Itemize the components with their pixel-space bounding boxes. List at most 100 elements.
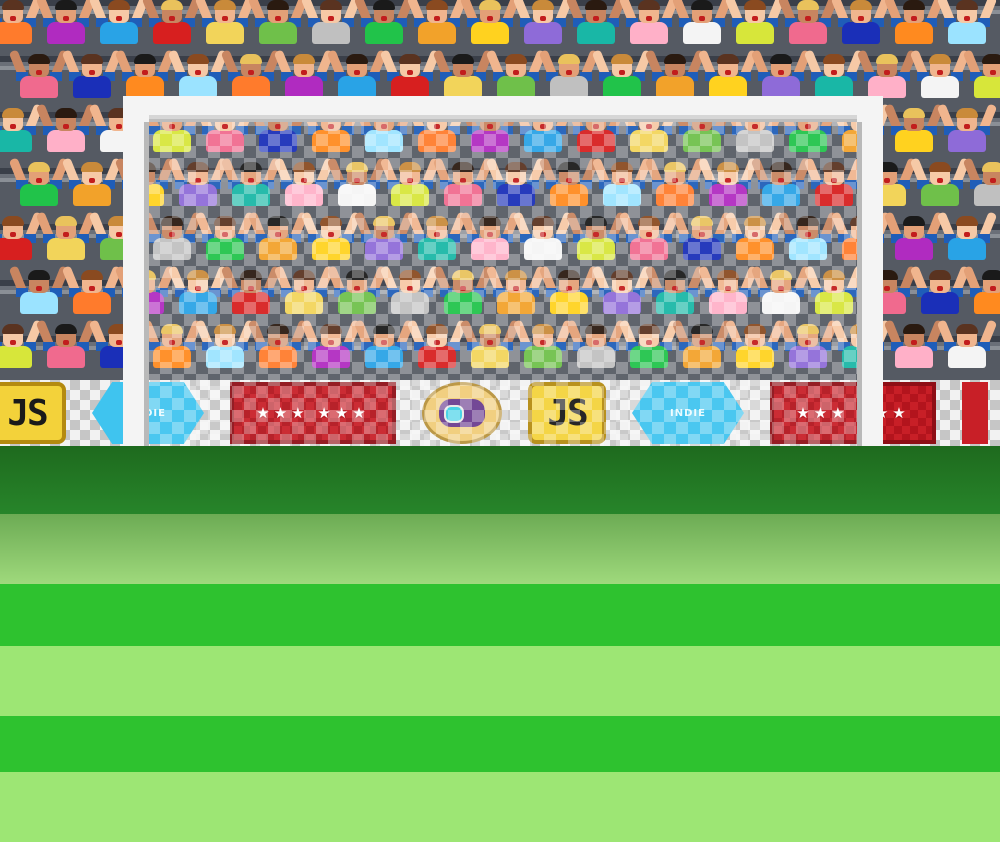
- crowd-fan: [883, 0, 945, 48]
- crowd-fan: [671, 208, 733, 264]
- crowd-fan: [777, 316, 839, 372]
- crowd-fan: [591, 154, 653, 210]
- crowd-fan: [565, 0, 627, 48]
- crowd-fan: [35, 0, 97, 48]
- crowd-fan: [883, 208, 945, 264]
- crowd-fan: [220, 262, 282, 318]
- crowd-fan: [406, 0, 468, 48]
- crowd-fan: [565, 316, 627, 372]
- crowd-fan: [512, 316, 574, 372]
- crowd-fan: [0, 208, 44, 264]
- crowd-fan: [0, 316, 44, 372]
- crowd-fan: [671, 316, 733, 372]
- crowd-fan: [194, 0, 256, 48]
- crowd-fan: [750, 154, 812, 210]
- crowd-fan: [830, 0, 892, 48]
- crowd-fan: [0, 100, 44, 156]
- crowd-fan: [724, 208, 786, 264]
- crowd-fan: [618, 208, 680, 264]
- crowd-fan: [273, 46, 335, 102]
- crowd-fan: [724, 0, 786, 48]
- crowd-fan: [8, 46, 70, 102]
- pitch[interactable]: [0, 446, 1000, 842]
- crowd-fan: [644, 154, 706, 210]
- pitch-stripe: [0, 584, 1000, 646]
- crowd-fan: [936, 316, 998, 372]
- crowd-fan: [61, 262, 123, 318]
- crowd-fan: [750, 46, 812, 102]
- crowd-fan: [883, 316, 945, 372]
- crowd-fan: [247, 208, 309, 264]
- crowd-fan: [326, 154, 388, 210]
- pitch-stripe: [0, 446, 1000, 514]
- crowd-fan: [220, 154, 282, 210]
- crowd-fan: [962, 262, 1000, 318]
- crowd-fan: [8, 154, 70, 210]
- crowd-fan: [353, 208, 415, 264]
- crowd-fan: [114, 46, 176, 102]
- crowd-fan: [379, 46, 441, 102]
- crowd-fan: [326, 46, 388, 102]
- crowd-fan: [644, 46, 706, 102]
- crowd-fan: [300, 208, 362, 264]
- crowd-fan: [803, 154, 865, 210]
- crowd-fan: [353, 0, 415, 48]
- crowd-fan: [618, 316, 680, 372]
- crowd-fan: [909, 262, 971, 318]
- stars-board: ★★★ ★★★: [230, 382, 396, 444]
- crowd-fan: [247, 316, 309, 372]
- crowd-fan: [167, 154, 229, 210]
- red-board: [962, 382, 988, 444]
- crowd-fan: [406, 208, 468, 264]
- crowd-fan: [300, 0, 362, 48]
- crowd-fan: [220, 46, 282, 102]
- goal-left-post: [123, 96, 149, 448]
- crowd-fan: [141, 208, 203, 264]
- crowd-fan: [194, 316, 256, 372]
- advertising-boards: JSINDIE★★★ ★★★JSINDIE★★★ ★★★: [0, 380, 1000, 446]
- crowd-fan: [750, 262, 812, 318]
- pitch-stripe: [0, 772, 1000, 842]
- pitch-stripe: [0, 514, 1000, 584]
- crowd-fan: [247, 0, 309, 48]
- crowd-fan: [326, 262, 388, 318]
- crowd-fan: [856, 46, 918, 102]
- crowd-fan: [644, 262, 706, 318]
- crowd-fan: [724, 316, 786, 372]
- crowd-fan: [485, 46, 547, 102]
- crowd-fan: [909, 154, 971, 210]
- pitch-stripe: [0, 716, 1000, 772]
- crowd-fan: [300, 316, 362, 372]
- crowd-fan: [565, 208, 627, 264]
- crowd-fan: [936, 100, 998, 156]
- crowd-fan: [671, 0, 733, 48]
- stars-board: ★★★ ★★★: [770, 382, 936, 444]
- crowd-fan: [35, 100, 97, 156]
- crowd-fan: [167, 262, 229, 318]
- crowd-fan: [273, 154, 335, 210]
- crowd-fan: [35, 316, 97, 372]
- crowd-fan: [459, 208, 521, 264]
- crowd-fan: [591, 262, 653, 318]
- crowd-fan: [61, 46, 123, 102]
- crowd-fan: [936, 208, 998, 264]
- crowd-fan: [697, 154, 759, 210]
- crowd-fan: [459, 0, 521, 48]
- crowd-fan: [141, 316, 203, 372]
- crowd-fan: [432, 46, 494, 102]
- crowd-fan: [485, 154, 547, 210]
- crowd-fan: [512, 208, 574, 264]
- crowd-fan: [406, 316, 468, 372]
- crowd-fan: [273, 262, 335, 318]
- crowd-fan: [379, 262, 441, 318]
- crowd-fan: [8, 262, 70, 318]
- crowd-fan: [697, 46, 759, 102]
- crowd-fan: [803, 46, 865, 102]
- hexagon-logo-board: INDIE: [632, 382, 744, 444]
- crowd-fan: [432, 154, 494, 210]
- crowd-fan: [962, 46, 1000, 102]
- crowd-fan: [432, 262, 494, 318]
- crowd-fan: [353, 316, 415, 372]
- crowd-fan: [591, 46, 653, 102]
- gamepad-logo-board: [422, 382, 502, 444]
